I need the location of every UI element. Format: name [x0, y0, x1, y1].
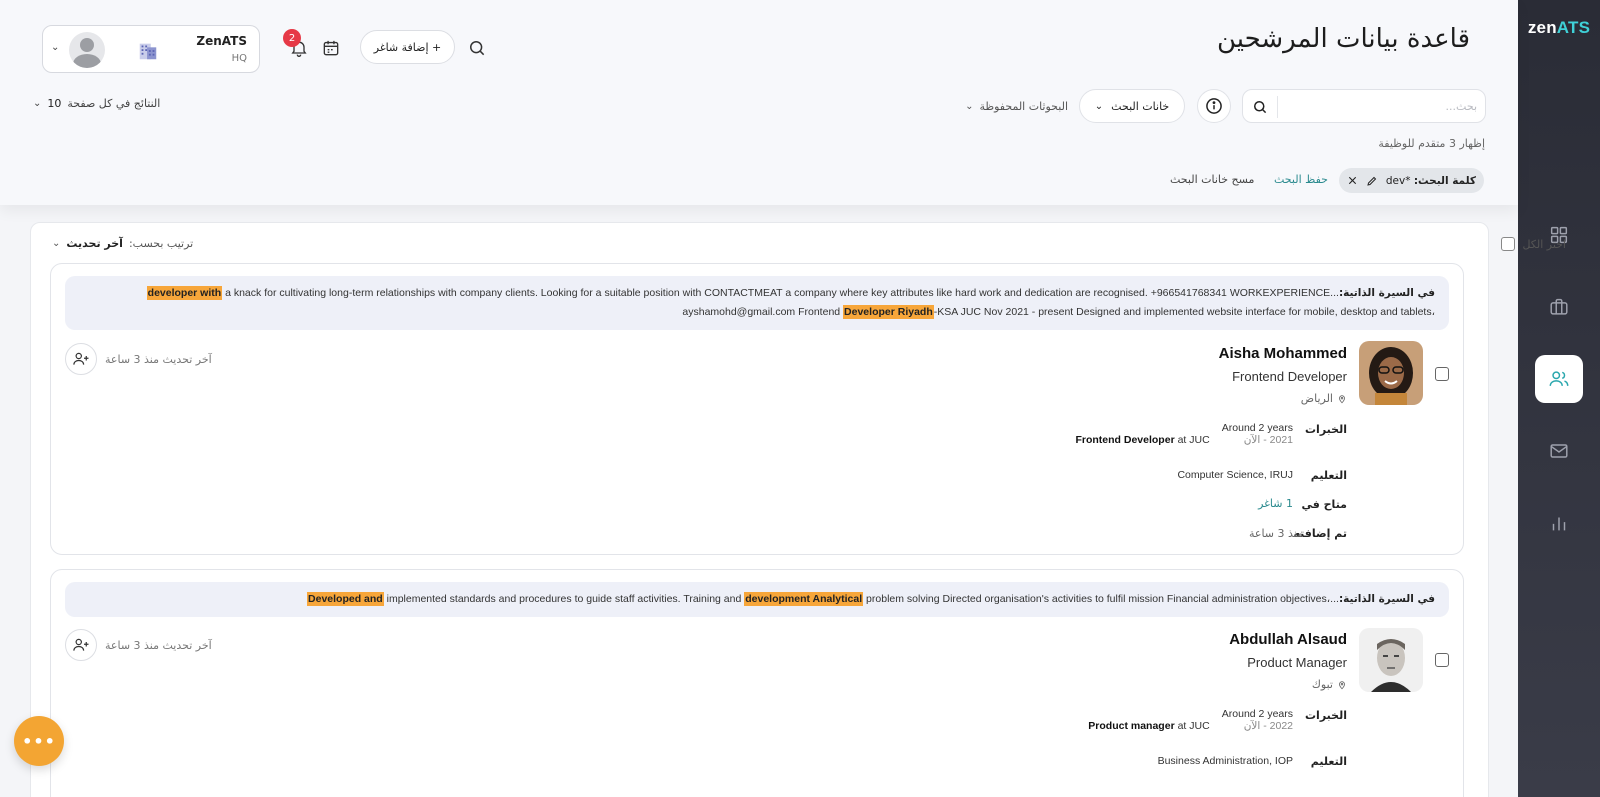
- last-updated: آخر تحديث منذ 3 ساعة: [105, 638, 212, 652]
- chevron-down-icon: ⌄: [965, 100, 974, 112]
- location-pin-icon: [1339, 394, 1345, 403]
- sidebar: zenATS: [1518, 0, 1600, 797]
- brand-logo[interactable]: zenATS: [1518, 18, 1600, 38]
- bar-chart-icon: [1552, 517, 1566, 531]
- education-value: Business Administration, IOP: [1157, 755, 1293, 767]
- available-label: متاح في: [1301, 498, 1347, 511]
- sort-dropdown[interactable]: ترتيب بحسب: آخر تحديث ⌄: [52, 237, 193, 250]
- add-vacancy-button[interactable]: + إضافة شاغر: [360, 30, 455, 64]
- candidate-location: تبوك: [1312, 678, 1347, 691]
- cv-snippet: في السيرة الذاتية:...developer with a kn…: [65, 276, 1449, 330]
- candidate-actions: آخر تحديث منذ 3 ساعة: [65, 629, 212, 661]
- global-search-button[interactable]: [464, 35, 490, 61]
- sidebar-item-jobs[interactable]: [1535, 283, 1583, 331]
- org-name: ZenATS: [196, 34, 247, 48]
- candidate-card[interactable]: في السيرة الذاتية:...developer with a kn…: [50, 263, 1464, 555]
- add-to-job-button[interactable]: [65, 343, 97, 375]
- candidate-photo[interactable]: [1359, 628, 1423, 692]
- last-updated: آخر تحديث منذ 3 ساعة: [105, 352, 212, 366]
- highlight: development Analytical: [744, 592, 864, 606]
- candidate-checkbox[interactable]: [1435, 367, 1449, 381]
- divider: [1277, 96, 1278, 118]
- briefcase-icon: [1550, 298, 1568, 315]
- candidate-photo[interactable]: [1359, 341, 1423, 405]
- calendar-button[interactable]: [318, 35, 344, 61]
- sidebar-item-reports[interactable]: [1535, 499, 1583, 547]
- select-all-checkbox[interactable]: [1501, 237, 1516, 251]
- candidate-actions: آخر تحديث منذ 3 ساعة: [65, 343, 212, 375]
- candidate-name[interactable]: Aisha Mohammed: [1219, 345, 1347, 362]
- search-input[interactable]: [1277, 90, 1477, 122]
- available-vacancies-link[interactable]: 1 شاغر: [1258, 497, 1293, 510]
- notification-badge: 2: [283, 29, 301, 47]
- sidebar-item-candidates[interactable]: [1535, 355, 1583, 403]
- clear-search-fields-link[interactable]: مسح خانات البحث: [1170, 173, 1254, 186]
- results-per-page-label: النتائج في كل صفحة: [67, 97, 161, 110]
- chip-key: كلمة البحث:: [1413, 174, 1476, 187]
- location-pin-icon: [1339, 680, 1345, 689]
- search-filter-chip: كلمة البحث: dev*: [1338, 168, 1484, 193]
- chip-value: dev*: [1385, 174, 1411, 187]
- sort-value: آخر تحديث: [66, 237, 123, 250]
- search-icon: [470, 41, 485, 56]
- experience-label: الخبرات: [1305, 709, 1347, 722]
- added-value: منذ 3 ساعة: [1248, 527, 1303, 540]
- pencil-icon[interactable]: [1366, 175, 1378, 187]
- candidate-checkbox[interactable]: [1435, 653, 1449, 667]
- save-search-link[interactable]: حفظ البحث: [1274, 173, 1328, 186]
- saved-searches-label: البحوثات المحفوظة: [979, 99, 1068, 113]
- calendar-icon: [323, 40, 339, 56]
- experience-value: Around 2 years Product manager at JUC 20…: [1088, 708, 1293, 732]
- results-per-page-value: 10: [47, 97, 62, 110]
- select-all[interactable]: اختر الكل: [1501, 237, 1566, 251]
- cv-snippet: في السيرة الذاتية:...،Developed and impl…: [65, 582, 1449, 617]
- education-label: التعليم: [1310, 469, 1347, 482]
- users-icon: [1549, 371, 1569, 386]
- search-fields-dropdown[interactable]: خانات البحث ⌄: [1079, 89, 1185, 123]
- more-options-button[interactable]: •••: [14, 716, 64, 766]
- candidate-location: الرياض: [1301, 392, 1347, 405]
- close-icon[interactable]: [1347, 175, 1358, 186]
- candidate-title: Product Manager: [1247, 655, 1347, 670]
- chevron-down-icon: ⌄: [51, 42, 60, 53]
- results-per-page[interactable]: النتائج في كل صفحة 10 ⌄: [33, 97, 160, 110]
- add-to-job-button[interactable]: [65, 629, 97, 661]
- education-value: Computer Science, IRUJ: [1177, 469, 1293, 481]
- education-label: التعليم: [1310, 755, 1347, 768]
- search-fields-label: خانات البحث: [1111, 99, 1170, 113]
- highlight: Developed and: [307, 592, 384, 606]
- candidate-name[interactable]: Abdullah Alsaud: [1229, 631, 1347, 648]
- candidate-card[interactable]: في السيرة الذاتية:...،Developed and impl…: [50, 569, 1464, 797]
- candidate-title: Frontend Developer: [1232, 369, 1347, 384]
- highlight: developer with: [146, 286, 223, 300]
- saved-searches-dropdown[interactable]: البحوثات المحفوظة ⌄: [953, 96, 1068, 116]
- avatar: [1359, 628, 1423, 692]
- experience-label: الخبرات: [1305, 423, 1347, 436]
- results-count: إظهار 3 متقدم للوظيفة: [1378, 137, 1485, 150]
- search-icon[interactable]: [1251, 98, 1269, 116]
- chevron-down-icon: ⌄: [1094, 100, 1104, 112]
- mail-icon: [1550, 444, 1568, 458]
- info-icon: [1206, 98, 1222, 114]
- building-icon: [139, 43, 157, 60]
- page-title: قاعدة بيانات المرشحين: [1216, 24, 1470, 54]
- avatar: [69, 32, 105, 68]
- chevron-down-icon: ⌄: [52, 238, 61, 249]
- experience-value: Around 2 years Frontend Developer at JUC…: [1075, 422, 1293, 446]
- sidebar-item-dashboard[interactable]: [1535, 211, 1583, 259]
- select-all-label: اختر الكل: [1522, 237, 1566, 251]
- avatar: [1359, 341, 1423, 405]
- org-switcher[interactable]: ⌄ ZenATS HQ: [42, 25, 260, 73]
- org-sub: HQ: [231, 53, 247, 64]
- sort-label: ترتيب بحسب:: [128, 237, 194, 250]
- highlight: Developer Riyadh: [843, 305, 934, 319]
- info-button[interactable]: [1197, 89, 1231, 123]
- user-plus-icon: [73, 352, 89, 365]
- candidate-search: [1242, 89, 1486, 123]
- page-header: قاعدة بيانات المرشحين ⌄ ZenATS HQ 2 + إض…: [0, 0, 1518, 205]
- user-plus-icon: [73, 638, 89, 651]
- chevron-down-icon: ⌄: [33, 98, 42, 109]
- sidebar-item-messages[interactable]: [1535, 427, 1583, 475]
